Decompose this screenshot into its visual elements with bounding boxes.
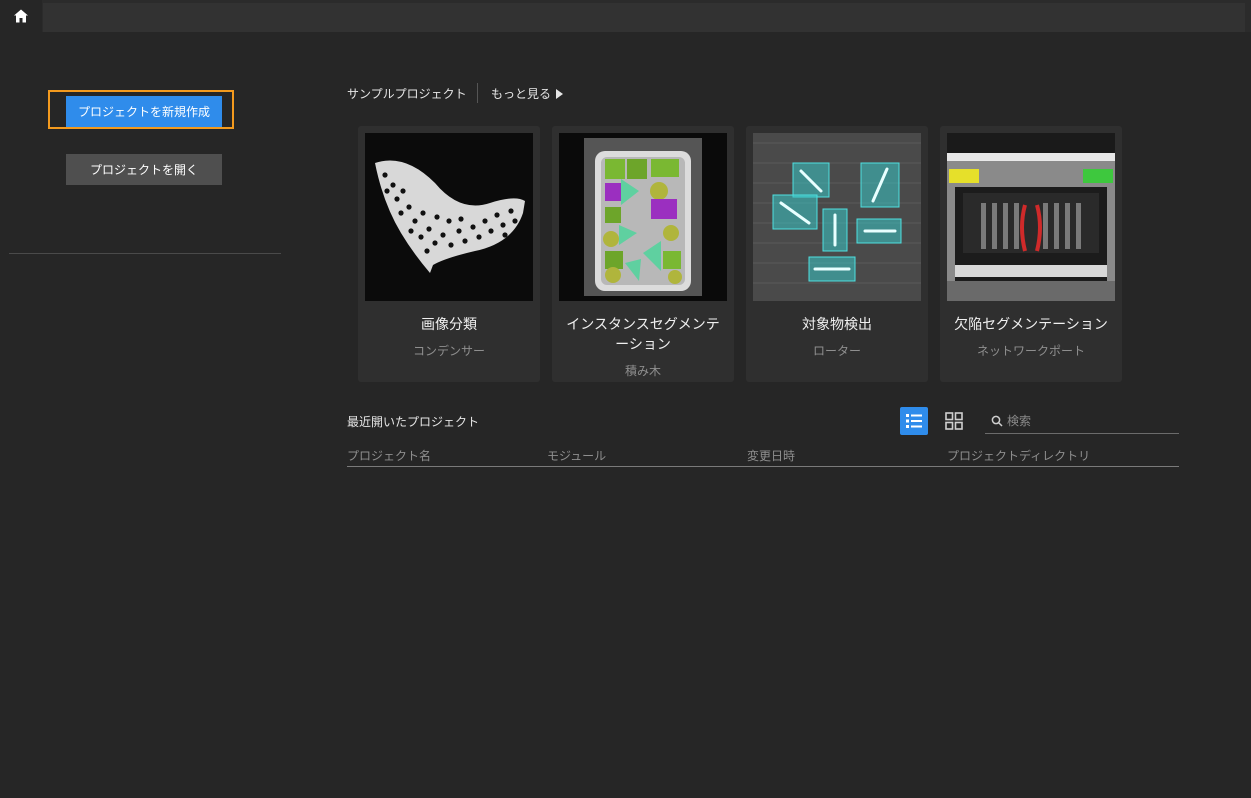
sample-card-instance-segmentation[interactable]: インスタンスセグメンテーション 積み木 [552, 126, 734, 382]
sample-header-separator [477, 83, 478, 103]
sample-thumbnail-network-port [947, 133, 1115, 301]
top-bar [0, 0, 1251, 32]
more-link[interactable]: もっと見る [491, 85, 564, 102]
search-box[interactable] [985, 409, 1179, 434]
grid-view-icon [945, 412, 963, 430]
new-project-button[interactable]: プロジェクトを新規作成 [66, 96, 222, 127]
recent-projects-title: 最近開いたプロジェクト [347, 415, 480, 429]
list-view-icon [906, 414, 922, 428]
sample-card-subtitle: コンデンサー [412, 344, 485, 358]
sample-card-title: 欠陥セグメンテーション [954, 317, 1108, 333]
more-link-label: もっと見る [491, 87, 552, 101]
sample-thumbnail-capacitor [365, 133, 533, 301]
sample-projects-title: サンプルプロジェクト [347, 87, 467, 101]
sample-card-title: 対象物検出 [802, 317, 872, 333]
open-project-button[interactable]: プロジェクトを開く [66, 154, 222, 185]
search-icon [991, 415, 1003, 427]
triangle-right-icon [556, 88, 564, 99]
sample-card-subtitle: 積み木 [624, 364, 661, 378]
sample-card-object-detection[interactable]: 対象物検出 ローター [746, 126, 928, 382]
sample-card-title: インスタンスセグメンテーション [566, 317, 720, 353]
table-header-divider [347, 466, 1179, 467]
home-icon [14, 9, 28, 23]
sample-thumbnail-blocks [559, 133, 727, 301]
column-header-module[interactable]: モジュール [547, 447, 606, 464]
sample-card-image-classification[interactable]: 画像分類 コンデンサー [358, 126, 540, 382]
column-header-project-name[interactable]: プロジェクト名 [347, 447, 431, 464]
sample-card-subtitle: ネットワークポート [976, 344, 1085, 358]
home-tab[interactable] [0, 0, 42, 32]
tab-strip [43, 3, 1245, 32]
sample-card-title: 画像分類 [421, 317, 477, 333]
sample-card-defect-segmentation[interactable]: 欠陥セグメンテーション ネットワークポート [940, 126, 1122, 382]
list-view-button[interactable] [900, 407, 928, 435]
search-input[interactable] [1007, 414, 1167, 428]
sample-thumbnail-rotor [753, 133, 921, 301]
grid-view-button[interactable] [940, 407, 968, 435]
column-header-project-directory[interactable]: プロジェクトディレクトリ [947, 447, 1090, 464]
column-header-modified-date[interactable]: 変更日時 [747, 447, 795, 464]
left-divider [9, 253, 281, 254]
sample-card-subtitle: ローター [812, 344, 861, 358]
